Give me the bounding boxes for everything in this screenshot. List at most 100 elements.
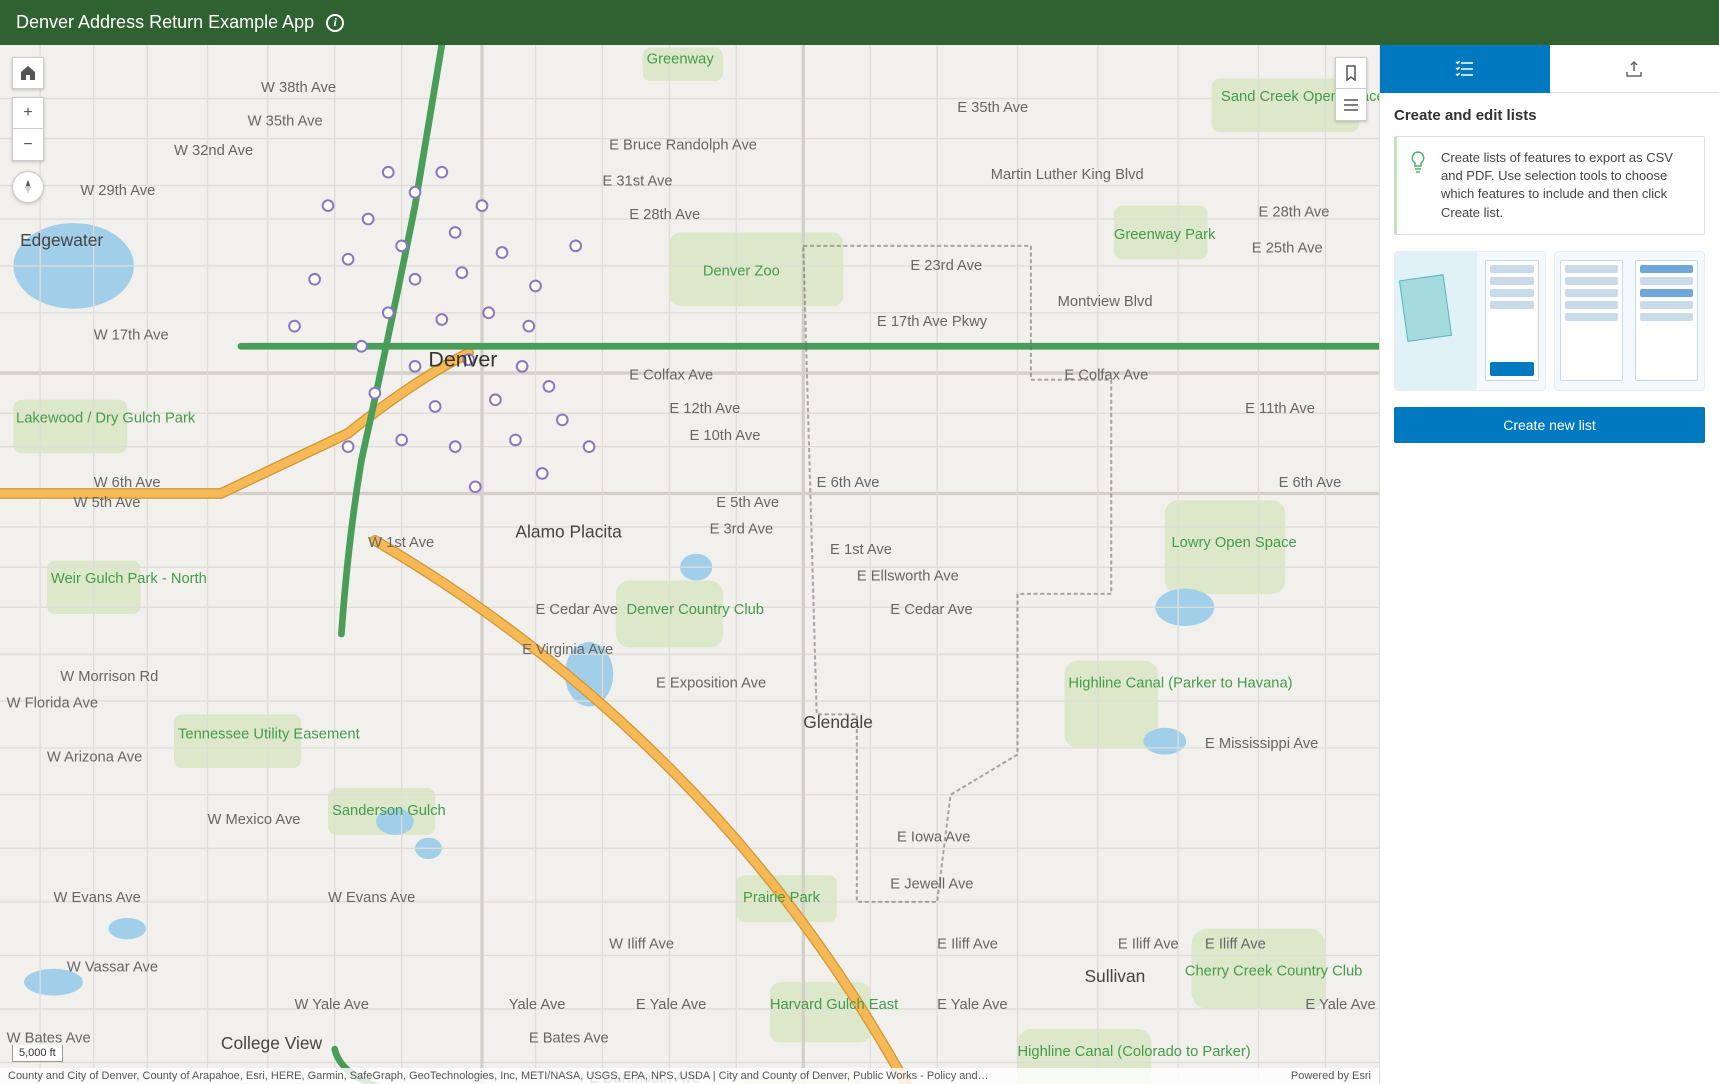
svg-text:E Cedar Ave: E Cedar Ave <box>536 602 618 618</box>
svg-text:E Iliff Ave: E Iliff Ave <box>937 937 998 953</box>
svg-text:W 6th Ave: W 6th Ave <box>94 475 161 491</box>
svg-text:E Iliff Ave: E Iliff Ave <box>1118 937 1179 953</box>
svg-text:E Exposition Ave: E Exposition Ave <box>656 676 766 692</box>
svg-text:W 29th Ave: W 29th Ave <box>80 183 155 199</box>
lightbulb-icon <box>1409 151 1427 178</box>
svg-text:Montview Blvd: Montview Blvd <box>1058 294 1153 310</box>
create-list-button[interactable]: Create new list <box>1394 407 1705 443</box>
svg-text:W 1st Ave: W 1st Ave <box>368 535 434 551</box>
illustration-select <box>1394 251 1546 391</box>
svg-text:Sullivan: Sullivan <box>1084 966 1145 986</box>
svg-text:Cherry Creek Country Club: Cherry Creek Country Club <box>1185 963 1363 979</box>
hint-text: Create lists of features to export as CS… <box>1441 150 1673 220</box>
svg-text:Martin Luther King Blvd: Martin Luther King Blvd <box>991 167 1144 183</box>
panel-body: Create and edit lists Create lists of fe… <box>1380 93 1719 1084</box>
svg-text:E Iowa Ave: E Iowa Ave <box>897 830 970 846</box>
zoom-out-button[interactable]: − <box>12 129 44 161</box>
side-panel: Create and edit lists Create lists of fe… <box>1379 45 1719 1084</box>
svg-text:Denver Zoo: Denver Zoo <box>703 263 780 279</box>
svg-text:E Jewell Ave: E Jewell Ave <box>890 876 973 892</box>
bookmark-button[interactable] <box>1335 57 1367 89</box>
info-icon[interactable]: i <box>326 14 344 32</box>
map-view[interactable]: Denver Alamo Placita Glendale Sullivan E… <box>0 45 1379 1084</box>
svg-text:Denver Country Club: Denver Country Club <box>627 602 764 618</box>
main-content: Denver Alamo Placita Glendale Sullivan E… <box>0 45 1719 1084</box>
tab-lists[interactable] <box>1380 45 1550 93</box>
hint-card: Create lists of features to export as CS… <box>1394 136 1705 235</box>
svg-text:Glendale: Glendale <box>803 712 873 732</box>
svg-text:E 11th Ave: E 11th Ave <box>1245 401 1315 417</box>
svg-text:College View: College View <box>221 1033 323 1053</box>
svg-text:Greenway Park: Greenway Park <box>1114 227 1216 243</box>
svg-text:Tennessee Utility Easement: Tennessee Utility Easement <box>178 727 360 743</box>
svg-text:W Vassar Ave: W Vassar Ave <box>67 959 158 975</box>
svg-text:W 32nd Ave: W 32nd Ave <box>174 143 253 159</box>
app-title: Denver Address Return Example App <box>16 12 314 33</box>
illustration-row <box>1394 251 1705 391</box>
svg-text:W 5th Ave: W 5th Ave <box>74 495 141 511</box>
svg-text:Highline Canal (Parker to Hava: Highline Canal (Parker to Havana) <box>1068 676 1292 692</box>
svg-text:E 17th Ave Pkwy: E 17th Ave Pkwy <box>877 314 988 330</box>
legend-button[interactable] <box>1335 89 1367 121</box>
svg-text:Yale Ave: Yale Ave <box>509 997 566 1013</box>
svg-text:E Virginia Ave: E Virginia Ave <box>522 642 613 658</box>
map-controls-left: + − <box>12 57 44 203</box>
list-icon <box>1455 60 1475 78</box>
map-controls-right <box>1335 57 1367 121</box>
svg-text:W 17th Ave: W 17th Ave <box>94 328 169 344</box>
svg-text:E Bruce Randolph Ave: E Bruce Randolph Ave <box>609 137 757 153</box>
svg-text:E Ellsworth Ave: E Ellsworth Ave <box>857 569 959 585</box>
tab-export[interactable] <box>1550 45 1719 93</box>
scalebar: 5,000 ft <box>12 1045 63 1062</box>
legend-icon <box>1343 98 1359 112</box>
svg-text:Alamo Placita: Alamo Placita <box>515 522 622 542</box>
svg-text:Sanderson Gulch: Sanderson Gulch <box>332 803 446 819</box>
export-icon <box>1625 61 1643 77</box>
svg-text:E 6th Ave: E 6th Ave <box>1279 475 1342 491</box>
home-button[interactable] <box>12 57 44 89</box>
svg-text:E 10th Ave: E 10th Ave <box>689 428 760 444</box>
app-header: Denver Address Return Example App i <box>0 0 1719 45</box>
svg-text:Weir Gulch Park - North: Weir Gulch Park - North <box>51 571 207 587</box>
panel-tabs <box>1380 45 1719 93</box>
svg-text:E Cedar Ave: E Cedar Ave <box>890 602 972 618</box>
svg-text:Greenway: Greenway <box>647 52 715 68</box>
svg-text:Lakewood / Dry Gulch Park: Lakewood / Dry Gulch Park <box>16 411 196 427</box>
panel-heading: Create and edit lists <box>1394 107 1705 124</box>
svg-text:W 35th Ave: W 35th Ave <box>248 113 323 129</box>
svg-text:E 23rd Ave: E 23rd Ave <box>910 258 982 274</box>
illustration-list <box>1554 251 1706 391</box>
svg-text:E 12th Ave: E 12th Ave <box>669 401 740 417</box>
map-attribution: County and City of Denver, County of Ara… <box>0 1068 1379 1084</box>
home-icon <box>20 65 36 81</box>
svg-text:E Colfax Ave: E Colfax Ave <box>629 368 713 384</box>
svg-text:E Yale Ave: E Yale Ave <box>636 997 706 1013</box>
compass-button[interactable] <box>12 171 44 203</box>
svg-text:Highline Canal (Colorado to Pa: Highline Canal (Colorado to Parker) <box>1018 1044 1251 1060</box>
svg-text:E 28th Ave: E 28th Ave <box>629 207 700 223</box>
svg-text:W Florida Ave: W Florida Ave <box>7 696 98 712</box>
bookmark-icon <box>1344 65 1358 81</box>
svg-text:E 3rd Ave: E 3rd Ave <box>710 522 774 538</box>
svg-text:Denver: Denver <box>428 347 497 371</box>
svg-text:E 1st Ave: E 1st Ave <box>830 542 892 558</box>
svg-text:Prairie Park: Prairie Park <box>743 890 821 906</box>
svg-text:W Iliff Ave: W Iliff Ave <box>609 937 674 953</box>
powered-by: Powered by Esri <box>1291 1070 1371 1082</box>
svg-text:Edgewater: Edgewater <box>20 230 103 250</box>
compass-icon <box>20 179 36 195</box>
svg-text:W 38th Ave: W 38th Ave <box>261 80 336 96</box>
svg-text:W Evans Ave: W Evans Ave <box>328 890 415 906</box>
zoom-in-button[interactable]: + <box>12 97 44 129</box>
svg-text:E Yale Ave: E Yale Ave <box>937 997 1007 1013</box>
svg-text:W Mexico Ave: W Mexico Ave <box>208 812 301 828</box>
svg-text:E 5th Ave: E 5th Ave <box>716 495 779 511</box>
svg-text:E Yale Ave: E Yale Ave <box>1305 997 1375 1013</box>
svg-text:E Colfax Ave: E Colfax Ave <box>1064 368 1148 384</box>
svg-text:E 6th Ave: E 6th Ave <box>817 475 880 491</box>
svg-text:E Mississippi Ave: E Mississippi Ave <box>1205 736 1318 752</box>
svg-text:E Bates Ave: E Bates Ave <box>529 1030 609 1046</box>
svg-text:W Yale Ave: W Yale Ave <box>295 997 369 1013</box>
svg-text:E 35th Ave: E 35th Ave <box>957 100 1028 116</box>
attribution-text: County and City of Denver, County of Ara… <box>8 1070 1279 1082</box>
